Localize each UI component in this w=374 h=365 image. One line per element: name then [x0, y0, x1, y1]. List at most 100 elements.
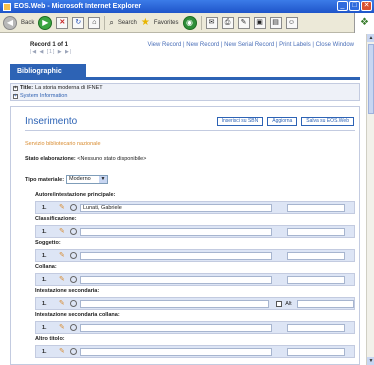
- search-label[interactable]: Search: [118, 20, 137, 26]
- scroll-up-icon[interactable]: ▲: [367, 34, 374, 42]
- other-title-extra-input[interactable]: [287, 347, 345, 356]
- material-type-select[interactable]: Moderno ▼: [66, 175, 109, 184]
- window-title: EOS.Web - Microsoft Internet Explorer: [14, 3, 142, 10]
- row-number: 1.: [42, 324, 47, 331]
- title-value: La storia moderna di IFNET: [35, 85, 103, 91]
- field-row: 1. ✎: [35, 345, 355, 358]
- classification-input[interactable]: [80, 227, 272, 236]
- author-input[interactable]: Lunati, Gabriele: [80, 203, 272, 212]
- search-icon[interactable]: [70, 276, 77, 283]
- field-subject: Soggetto: 1. ✎: [35, 240, 355, 262]
- windows-logo-icon: ❖: [354, 13, 374, 33]
- secondary-heading-extra-input[interactable]: [296, 299, 355, 308]
- maximize-button[interactable]: □: [349, 1, 360, 11]
- record-actions-links[interactable]: View Record | New Record | New Serial Re…: [147, 42, 354, 48]
- back-label[interactable]: Back: [21, 20, 34, 26]
- field-label: Intestazione secondaria:: [35, 288, 100, 294]
- form-panel: Inserimento Inserisci su SBN Aggiorna Sa…: [10, 106, 360, 365]
- field-label: Autore/intestazione principale:: [35, 192, 116, 198]
- field-row: 1. ✎ Alt: [35, 297, 355, 310]
- system-info-link[interactable]: System Information: [20, 93, 67, 99]
- update-button[interactable]: Aggiorna: [267, 117, 298, 126]
- research-icon[interactable]: ▤: [269, 16, 282, 29]
- refresh-icon[interactable]: ↻: [72, 16, 85, 29]
- author-extra-input[interactable]: [287, 203, 345, 212]
- secondary-series-extra-input[interactable]: [287, 323, 345, 332]
- other-title-input[interactable]: [80, 347, 272, 356]
- home-icon[interactable]: ⌂: [88, 16, 101, 29]
- status-row: Stato elaborazione: <Nessuno stato dispo…: [25, 156, 146, 162]
- series-input[interactable]: [80, 275, 272, 284]
- toolbar-separator: [200, 15, 202, 30]
- title-row: + Title: La storia moderna di IFNET: [11, 84, 359, 92]
- favorites-label[interactable]: Favorites: [154, 20, 179, 26]
- edit-icon[interactable]: ✎: [59, 204, 67, 212]
- tab-bar: Bibliographic: [10, 64, 360, 80]
- search-icon[interactable]: [70, 324, 77, 331]
- print-icon[interactable]: ⎙: [221, 16, 234, 29]
- close-button[interactable]: ✕: [361, 1, 372, 11]
- scroll-thumb[interactable]: [368, 44, 374, 114]
- search-icon[interactable]: [69, 300, 77, 307]
- expand-icon[interactable]: +: [13, 93, 18, 99]
- divider: [25, 130, 355, 131]
- field-label: Soggetto:: [35, 240, 61, 246]
- status-value: <Nessuno stato disponibile>: [77, 156, 147, 162]
- back-icon[interactable]: ◀: [3, 15, 17, 30]
- row-number: 1.: [42, 252, 47, 259]
- tab-bibliographic[interactable]: Bibliographic: [10, 64, 86, 80]
- field-classification: Classificazione: 1. ✎: [35, 216, 355, 238]
- search-icon[interactable]: [70, 252, 77, 259]
- edit-icon[interactable]: ✎: [59, 324, 67, 332]
- status-label: Stato elaborazione:: [25, 156, 76, 162]
- record-count: Record 1 of 1: [30, 42, 69, 48]
- field-row: 1. ✎ Lunati, Gabriele: [35, 201, 355, 214]
- expand-icon[interactable]: +: [13, 85, 18, 91]
- favorites-icon[interactable]: ★: [141, 17, 150, 28]
- discuss-icon[interactable]: ▣: [253, 16, 266, 29]
- edit-icon[interactable]: ✎: [59, 348, 67, 356]
- insert-sbn-button[interactable]: Inserisci su SBN: [216, 117, 264, 126]
- system-info-row[interactable]: + System Information: [11, 92, 359, 100]
- search-icon[interactable]: [70, 348, 77, 355]
- search-icon[interactable]: [70, 204, 77, 211]
- minimize-button[interactable]: _: [337, 1, 348, 11]
- messenger-icon[interactable]: ☺: [285, 16, 298, 29]
- field-row: 1. ✎: [35, 225, 355, 238]
- classification-extra-input[interactable]: [287, 227, 345, 236]
- edit-icon[interactable]: ✎: [59, 252, 67, 260]
- stop-icon[interactable]: ✕: [56, 16, 69, 29]
- form-title: Inserimento: [25, 116, 78, 127]
- window-titlebar: EOS.Web - Microsoft Internet Explorer _ …: [0, 0, 374, 13]
- row-number: 1.: [42, 300, 47, 307]
- edit-icon[interactable]: ✎: [59, 276, 67, 284]
- secondary-series-input[interactable]: [80, 323, 272, 332]
- material-type-label: Tipo materiale:: [25, 176, 65, 183]
- save-button[interactable]: Salva su EOS.Web: [301, 117, 354, 126]
- scroll-down-icon[interactable]: ▼: [367, 357, 374, 365]
- series-extra-input[interactable]: [287, 275, 345, 284]
- alt-checkbox[interactable]: [276, 300, 283, 307]
- search-icon[interactable]: ⌕: [109, 18, 113, 28]
- record-info: Record 1 of 1 |◀ ◀ [1] ▶ ▶|: [30, 42, 72, 55]
- row-number: 1.: [42, 276, 47, 283]
- edit-icon[interactable]: ✎: [59, 228, 67, 236]
- record-navigator[interactable]: |◀ ◀ [1] ▶ ▶|: [30, 49, 72, 55]
- forward-icon[interactable]: ▶: [38, 15, 53, 30]
- secondary-heading-input[interactable]: [79, 299, 270, 308]
- field-secondary-heading: Intestazione secondaria: 1. ✎ Alt: [35, 288, 355, 310]
- chevron-down-icon[interactable]: ▼: [99, 176, 108, 183]
- subject-input[interactable]: [80, 251, 272, 260]
- toolbar-separator: [104, 15, 106, 30]
- edit-icon[interactable]: ✎: [59, 300, 67, 308]
- mail-icon[interactable]: ✉: [205, 16, 218, 29]
- search-icon[interactable]: [70, 228, 77, 235]
- subject-extra-input[interactable]: [287, 251, 345, 260]
- browser-toolbar: ◀ Back ▶ ✕ ↻ ⌂ ⌕ Search ★ Favorites ◉ ✉ …: [0, 13, 374, 33]
- edit-icon[interactable]: ✎: [237, 16, 250, 29]
- vertical-scrollbar[interactable]: ▲ ▼: [366, 34, 374, 365]
- row-number: 1.: [42, 204, 47, 211]
- media-icon[interactable]: ◉: [182, 15, 197, 30]
- material-type-value: Moderno: [69, 176, 91, 182]
- field-row: 1. ✎: [35, 249, 355, 262]
